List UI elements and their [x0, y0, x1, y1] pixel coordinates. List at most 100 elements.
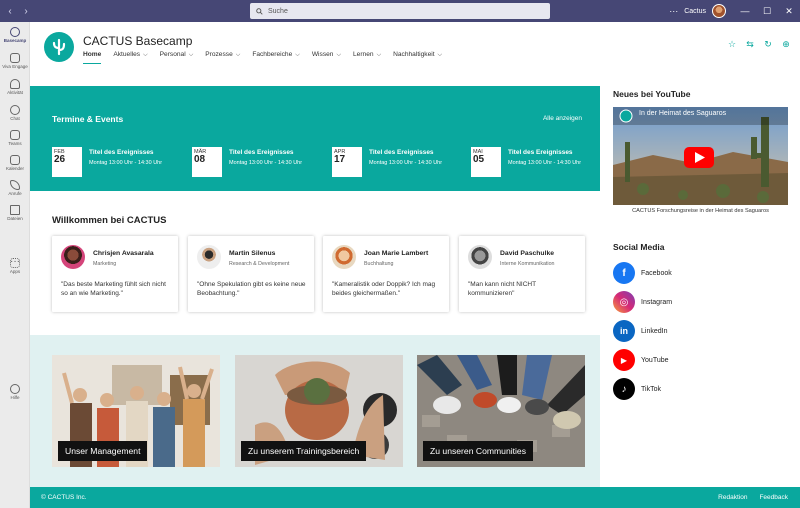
calendar-icon — [10, 155, 20, 165]
viva-engage-icon — [10, 53, 20, 63]
social-link-tiktok[interactable]: ♪ TikTok — [613, 378, 661, 400]
close-icon[interactable]: ✕ — [778, 6, 800, 17]
person-card[interactable]: David Paschulke Interne Kommunikation "M… — [459, 236, 585, 312]
social-label: Facebook — [641, 269, 672, 277]
search-input[interactable]: Suche — [250, 3, 550, 19]
event-date: APR 17 — [332, 147, 362, 177]
main-content: Termine & Events Alle anzeigen FEB 26 Ti… — [30, 71, 600, 487]
youtube-video[interactable]: In der Heimat des Saguaros — [613, 107, 788, 205]
more-options-icon[interactable]: ··· — [669, 6, 678, 16]
rail-item-viva-engage[interactable]: Viva Engage — [0, 53, 30, 69]
event-item[interactable]: FEB 26 Titel des Ereignisses Montag 13:0… — [52, 147, 162, 177]
rail-item-help[interactable]: Hilfe — [0, 384, 30, 400]
rail-item-chat[interactable]: Chat — [0, 105, 30, 121]
rail-label: Aktivität — [7, 90, 23, 95]
chevron-down-icon: ⌵ — [376, 52, 382, 58]
refresh-icon[interactable]: ↻ — [762, 38, 774, 50]
copyright-text: © CACTUS Inc. — [41, 494, 87, 501]
rail-label: Anrufe — [8, 191, 22, 196]
social-section-title: Social Media — [613, 242, 665, 252]
rail-item-apps[interactable]: Apps — [0, 258, 30, 274]
rail-item-calls[interactable]: Anrufe — [0, 180, 30, 196]
forward-arrow-icon[interactable]: › — [20, 6, 32, 17]
app-rail: Basecamp Viva Engage Aktivität Chat Team… — [0, 22, 30, 508]
person-card[interactable]: Martin Silenus Research & Development "O… — [188, 236, 314, 312]
rail-item-activity[interactable]: Aktivität — [0, 79, 30, 95]
nav-item-prozesse[interactable]: Prozesse ⌵ — [205, 51, 240, 63]
person-role: Research & Development — [229, 261, 290, 267]
help-icon — [10, 384, 20, 394]
event-item[interactable]: MAI 05 Titel des Ereignisses Montag 13:0… — [471, 147, 581, 177]
rail-item-files[interactable]: Dateien — [0, 205, 30, 221]
linkedin-icon: in — [613, 320, 635, 342]
nav-item-home[interactable]: Home — [83, 51, 102, 64]
tile-communities[interactable]: Zu unseren Communities — [417, 355, 585, 467]
title-bar: ‹ › Suche ··· Cactus — ☐ ✕ — [0, 0, 800, 22]
search-placeholder: Suche — [268, 7, 288, 15]
desert-video-thumbnail — [613, 107, 788, 205]
site-header: CACTUS Basecamp Home Aktuelles ⌵ Personal… — [30, 22, 800, 71]
chevron-down-icon: ⌵ — [188, 52, 194, 58]
apps-icon — [10, 258, 20, 268]
cactus-logo[interactable] — [44, 32, 74, 62]
events-section: Termine & Events Alle anzeigen FEB 26 Ti… — [30, 86, 600, 191]
social-label: Instagram — [641, 298, 673, 306]
event-title: Titel des Ereignisses — [229, 149, 294, 156]
user-name: Cactus — [684, 7, 706, 15]
person-name: Martin Silenus — [229, 250, 276, 257]
nav-item-wissen[interactable]: Wissen ⌵ — [312, 51, 341, 63]
event-time: Montag 13:00 Uhr - 14:30 Uhr — [89, 160, 163, 166]
nav-item-aktuelles[interactable]: Aktuelles ⌵ — [113, 51, 147, 63]
person-card[interactable]: Chrisjen Avasarala Marketing "Das beste … — [52, 236, 178, 312]
rail-label: Basecamp — [3, 38, 27, 43]
rail-label: Teams — [8, 141, 22, 146]
person-quote: "Ohne Spekulation gibt es keine neue Beo… — [197, 281, 306, 297]
tile-training[interactable]: Zu unserem Trainingsbereich — [235, 355, 403, 467]
welcome-title: Willkommen bei CACTUS — [52, 215, 167, 226]
footer-link-redaktion[interactable]: Redaktion — [718, 494, 747, 501]
person-name: David Paschulke — [500, 250, 555, 257]
rail-item-calendar[interactable]: Kalender — [0, 155, 30, 171]
avatar — [332, 245, 356, 269]
person-quote: "Das beste Marketing fühlt sich nicht so… — [61, 281, 166, 297]
site-title: CACTUS Basecamp — [83, 34, 193, 48]
avatar — [197, 245, 221, 269]
share-icon[interactable]: ⇆ — [744, 38, 756, 50]
rail-item-teams[interactable]: Teams — [0, 130, 30, 146]
video-title: In der Heimat des Saguaros — [639, 110, 727, 117]
cactus-icon — [52, 38, 66, 56]
show-all-link[interactable]: Alle anzeigen — [543, 115, 582, 122]
footer-link-feedback[interactable]: Feedback — [759, 494, 788, 501]
search-icon — [256, 7, 263, 15]
event-item[interactable]: MÄR 08 Titel des Ereignisses Montag 13:0… — [192, 147, 302, 177]
star-icon[interactable]: ☆ — [726, 38, 738, 50]
cactus-icon — [10, 27, 20, 37]
phone-icon — [10, 180, 20, 190]
nav-item-lernen[interactable]: Lernen ⌵ — [353, 51, 381, 63]
file-icon — [10, 205, 20, 215]
social-link-instagram[interactable]: ◎ Instagram — [613, 291, 672, 313]
rail-item-basecamp[interactable]: Basecamp — [0, 27, 30, 43]
chevron-down-icon: ⌵ — [235, 52, 241, 58]
person-role: Buchhaltung — [364, 261, 394, 267]
minimize-icon[interactable]: — — [734, 6, 756, 16]
event-time: Montag 13:00 Uhr - 14:30 Uhr — [369, 160, 443, 166]
nav-item-personal[interactable]: Personal ⌵ — [160, 51, 194, 63]
event-item[interactable]: APR 17 Titel des Ereignisses Montag 13:0… — [332, 147, 442, 177]
social-link-youtube[interactable]: ▶ YouTube — [613, 349, 669, 371]
nav-item-nachhaltigkeit[interactable]: Nachhaltigkeit ⌵ — [393, 51, 442, 63]
chevron-down-icon: ⌵ — [143, 52, 148, 58]
tile-management[interactable]: Unser Management — [52, 355, 220, 467]
avatar[interactable] — [712, 4, 726, 18]
social-link-facebook[interactable]: f Facebook — [613, 262, 672, 284]
maximize-icon[interactable]: ☐ — [756, 6, 778, 17]
person-card[interactable]: Joan Marie Lambert Buchhaltung "Kamerali… — [323, 236, 449, 312]
chat-icon — [10, 105, 20, 115]
back-arrow-icon[interactable]: ‹ — [4, 6, 16, 17]
bell-icon — [10, 79, 20, 89]
nav-item-fachbereiche[interactable]: Fachbereiche ⌵ — [252, 51, 300, 63]
globe-icon[interactable]: ⊕ — [780, 38, 792, 50]
social-link-linkedin[interactable]: in LinkedIn — [613, 320, 667, 342]
rail-label: Apps — [9, 269, 21, 274]
page-footer: © CACTUS Inc. Redaktion Feedback — [30, 487, 800, 508]
